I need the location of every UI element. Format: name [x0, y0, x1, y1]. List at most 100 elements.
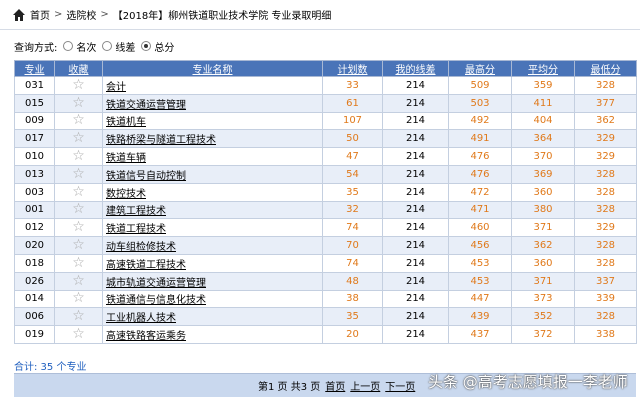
star-outline-icon[interactable]: ☆ [72, 327, 85, 341]
lowest-score-cell: 328 [574, 253, 637, 273]
major-name-link[interactable]: 动车组检修技术 [106, 242, 176, 253]
star-outline-icon[interactable]: ☆ [72, 309, 85, 323]
major-name-link[interactable]: 建筑工程技术 [106, 206, 166, 217]
major-name-cell: 建筑工程技术 [102, 200, 323, 220]
highest-score-cell: 456 [448, 236, 512, 255]
table-row: 020 ☆ 动车组检修技术 70 214 456 362 328 [14, 236, 637, 255]
star-outline-icon[interactable]: ☆ [72, 238, 85, 252]
star-outline-icon[interactable]: ☆ [72, 185, 85, 199]
header-average-score[interactable]: 平均分 [511, 60, 575, 77]
highest-score-cell: 509 [448, 76, 512, 95]
favorite-cell: ☆ [54, 129, 103, 149]
average-score-cell: 371 [511, 218, 575, 238]
star-outline-icon[interactable]: ☆ [72, 220, 85, 234]
plan-count-cell: 54 [322, 164, 383, 184]
line-diff-cell: 214 [382, 236, 449, 255]
average-score-cell: 371 [511, 271, 575, 291]
lowest-score-cell: 328 [574, 164, 637, 184]
table-row: 013 ☆ 铁道信号自动控制 54 214 476 369 328 [14, 164, 637, 184]
line-diff-cell: 214 [382, 93, 449, 113]
first-page-link[interactable]: 首页 [325, 378, 345, 393]
plan-count-cell: 35 [322, 182, 383, 202]
star-outline-icon[interactable]: ☆ [72, 96, 85, 110]
major-code-cell: 001 [14, 200, 55, 220]
star-outline-icon[interactable]: ☆ [72, 113, 85, 127]
query-option-rank[interactable]: 名次 [63, 39, 96, 54]
star-outline-icon[interactable]: ☆ [72, 78, 85, 92]
major-name-link[interactable]: 铁道交通运营管理 [106, 100, 186, 111]
major-name-link[interactable]: 高速铁道工程技术 [106, 260, 186, 271]
highest-score-cell: 439 [448, 307, 512, 327]
query-option-total-score[interactable]: 总分 [141, 39, 174, 54]
major-name-link[interactable]: 工业机器人技术 [106, 313, 176, 324]
major-name-link[interactable]: 铁道通信与信息化技术 [106, 295, 206, 306]
radio-total-score[interactable] [141, 41, 152, 51]
table-row: 009 ☆ 铁道机车 107 214 492 404 362 [14, 111, 637, 131]
highest-score-cell: 503 [448, 93, 512, 113]
line-diff-cell: 214 [382, 76, 449, 95]
favorite-cell: ☆ [54, 182, 103, 202]
line-diff-cell: 214 [382, 253, 449, 273]
header-major-code[interactable]: 专业 [14, 60, 55, 77]
major-name-cell: 铁道通信与信息化技术 [102, 289, 323, 309]
major-code-cell: 020 [14, 236, 55, 255]
star-outline-icon[interactable]: ☆ [72, 149, 85, 163]
major-name-link[interactable]: 铁道工程技术 [106, 224, 166, 235]
major-name-cell: 高速铁道工程技术 [102, 253, 323, 273]
major-name-link[interactable]: 高速铁路客运乘务 [106, 331, 186, 342]
star-outline-icon[interactable]: ☆ [72, 202, 85, 216]
line-diff-cell: 214 [382, 325, 449, 344]
line-diff-cell: 214 [382, 147, 449, 166]
radio-line-diff[interactable] [102, 41, 113, 51]
breadcrumb-home-link[interactable]: 首页 [30, 7, 50, 22]
header-favorite[interactable]: 收藏 [54, 60, 103, 77]
major-name-link[interactable]: 城市轨道交通运营管理 [106, 278, 206, 289]
average-score-cell: 373 [511, 289, 575, 309]
major-admission-table: 专业 收藏 专业名称 计划数 我的线差 最高分 平均分 最低分 031 ☆ 会计 33… [14, 60, 637, 344]
star-outline-icon[interactable]: ☆ [72, 167, 85, 181]
table-row: 031 ☆ 会计 33 214 509 359 328 [14, 76, 637, 95]
breadcrumb-school-select-link[interactable]: 选院校 [66, 7, 96, 22]
favorite-cell: ☆ [54, 289, 103, 309]
average-score-cell: 404 [511, 111, 575, 131]
average-score-cell: 359 [511, 76, 575, 95]
header-plan-count[interactable]: 计划数 [322, 60, 383, 77]
favorite-cell: ☆ [54, 218, 103, 238]
star-outline-icon[interactable]: ☆ [72, 131, 85, 145]
favorite-cell: ☆ [54, 200, 103, 220]
next-page-link[interactable]: 下一页 [385, 378, 415, 393]
header-highest-score[interactable]: 最高分 [448, 60, 512, 77]
header-lowest-score[interactable]: 最低分 [574, 60, 637, 77]
major-name-link[interactable]: 铁道车辆 [106, 153, 146, 164]
average-score-cell: 370 [511, 147, 575, 166]
major-name-cell: 数控技术 [102, 182, 323, 202]
major-name-link[interactable]: 数控技术 [106, 189, 146, 200]
major-code-cell: 010 [14, 147, 55, 166]
prev-page-link[interactable]: 上一页 [350, 378, 380, 393]
line-diff-cell: 214 [382, 164, 449, 184]
plan-count-cell: 33 [322, 76, 383, 95]
major-name-link[interactable]: 铁路桥梁与隧道工程技术 [106, 135, 216, 146]
home-icon[interactable] [12, 8, 26, 22]
major-name-link[interactable]: 会计 [106, 82, 126, 93]
major-code-cell: 018 [14, 253, 55, 273]
header-major-name[interactable]: 专业名称 [102, 60, 323, 77]
plan-count-cell: 47 [322, 147, 383, 166]
star-outline-icon[interactable]: ☆ [72, 291, 85, 305]
favorite-cell: ☆ [54, 76, 103, 95]
table-row: 003 ☆ 数控技术 35 214 472 360 328 [14, 182, 637, 202]
header-my-line-diff[interactable]: 我的线差 [382, 60, 449, 77]
major-code-cell: 015 [14, 93, 55, 113]
query-option-line-diff[interactable]: 线差 [102, 39, 135, 54]
star-outline-icon[interactable]: ☆ [72, 256, 85, 270]
highest-score-cell: 453 [448, 253, 512, 273]
line-diff-cell: 214 [382, 129, 449, 149]
highest-score-cell: 476 [448, 164, 512, 184]
average-score-cell: 364 [511, 129, 575, 149]
radio-rank[interactable] [63, 41, 74, 51]
highest-score-cell: 447 [448, 289, 512, 309]
major-name-link[interactable]: 铁道信号自动控制 [106, 171, 186, 182]
star-outline-icon[interactable]: ☆ [72, 274, 85, 288]
major-name-link[interactable]: 铁道机车 [106, 117, 146, 128]
major-code-cell: 012 [14, 218, 55, 238]
